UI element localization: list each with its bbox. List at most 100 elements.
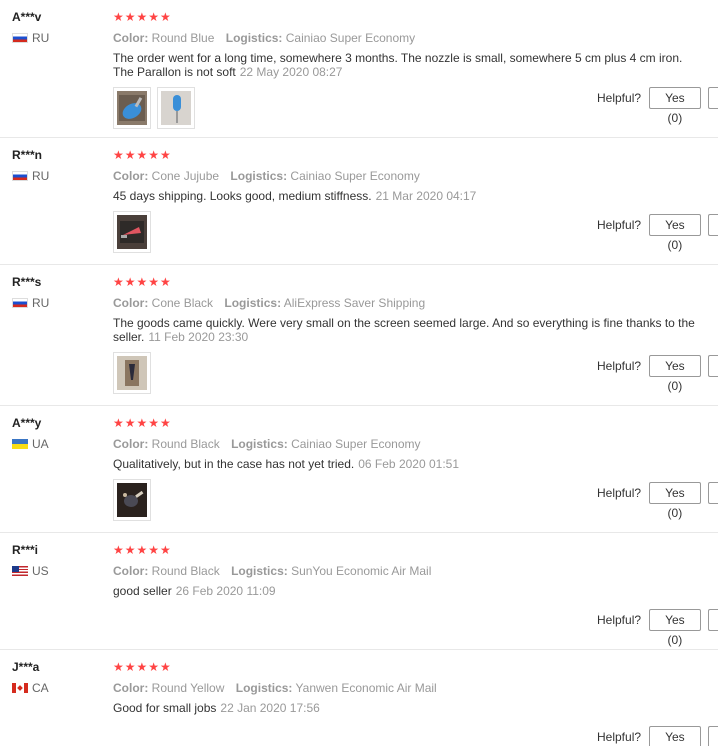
review-body: The order went for a long time, somewher…: [113, 51, 683, 79]
reviewer-info: R***i US: [12, 543, 102, 578]
logistics-label: Logistics:: [230, 169, 288, 183]
helpful-label: Helpful?: [597, 486, 642, 500]
country-code: US: [32, 564, 49, 578]
blue-drill-bit-photo: [161, 91, 191, 125]
reviewer-country: RU: [12, 31, 102, 45]
logistics-label: Logistics:: [224, 296, 282, 310]
helpful-yes-button[interactable]: Yes (0): [649, 355, 701, 393]
helpful-yes-button[interactable]: Yes (0): [649, 87, 701, 125]
review-item: J***a CA ★★★★★ Color: Round Yellow Logis…: [0, 650, 718, 746]
helpful-no-button[interactable]: [707, 726, 718, 746]
review-meta: Color: Round Blue Logistics: Cainiao Sup…: [113, 31, 718, 45]
helpful-label: Helpful?: [597, 218, 642, 232]
review-text: Qualitatively, but in the case has not y…: [113, 457, 703, 471]
reviewer-name: R***s: [12, 275, 42, 289]
helpful-no-button[interactable]: [707, 214, 718, 236]
reviewer-info: J***a CA: [12, 660, 102, 695]
color-label: Color:: [113, 296, 149, 310]
logistics-value: AliExpress Saver Shipping: [283, 296, 426, 310]
review-date: 26 Feb 2020 11:09: [175, 584, 276, 598]
helpful-bar: Helpful? Yes (0): [597, 87, 718, 125]
russia-flag-icon: [12, 298, 28, 308]
reviewer-country: UA: [12, 437, 102, 451]
color-value: Round Black: [151, 437, 220, 451]
helpful-yes-button[interactable]: Yes (0): [649, 482, 701, 520]
helpful-no-button[interactable]: [707, 355, 718, 377]
reviewer-country: RU: [12, 296, 102, 310]
red-cone-photo: [117, 215, 147, 249]
country-code: UA: [32, 437, 49, 451]
star-rating: ★★★★★: [113, 10, 172, 24]
color-value: Round Yellow: [151, 681, 225, 695]
country-code: RU: [32, 31, 50, 45]
review-item: R***n RU ★★★★★ Color: Cone Jujube Logist…: [0, 138, 718, 265]
review-item: R***s RU ★★★★★ Color: Cone Black Logisti…: [0, 265, 718, 406]
star-rating: ★★★★★: [113, 148, 172, 162]
country-code: RU: [32, 169, 50, 183]
helpful-yes-button[interactable]: Yes (0): [649, 726, 701, 746]
review-photo-thumbnail[interactable]: [113, 479, 151, 521]
review-body: good seller: [113, 584, 172, 598]
reviewer-info: A***v RU: [12, 10, 102, 45]
review-date: 21 Mar 2020 04:17: [375, 189, 477, 203]
review-text: The goods came quickly. Were very small …: [113, 316, 703, 344]
color-label: Color:: [113, 437, 149, 451]
country-code: CA: [32, 681, 49, 695]
review-meta: Color: Cone Jujube Logistics: Cainiao Su…: [113, 169, 718, 183]
reviewer-name: J***a: [12, 660, 40, 674]
helpful-yes-button[interactable]: Yes (0): [649, 214, 701, 252]
review-date: 22 Jan 2020 17:56: [220, 701, 320, 715]
reviewer-info: R***s RU: [12, 275, 102, 310]
logistics-label: Logistics:: [231, 564, 288, 578]
feedback-list: A***v RU ★★★★★ Color: Round Blue Logisti…: [0, 0, 718, 746]
star-rating: ★★★★★: [113, 416, 172, 430]
logistics-value: SunYou Economic Air Mail: [291, 564, 432, 578]
helpful-no-button[interactable]: [707, 482, 718, 504]
star-rating: ★★★★★: [113, 275, 172, 289]
review-photo-thumbnail[interactable]: [113, 352, 151, 394]
review-content: ★★★★★ Color: Round Blue Logistics: Caini…: [113, 0, 718, 129]
color-value: Round Blue: [151, 31, 215, 45]
review-photo-thumbnail[interactable]: [113, 87, 151, 129]
color-value: Cone Jujube: [151, 169, 220, 183]
review-photo-thumbnail[interactable]: [113, 211, 151, 253]
blue-nozzle-photo: [117, 91, 147, 125]
helpful-label: Helpful?: [597, 359, 642, 373]
helpful-bar: Helpful? Yes (0): [597, 482, 718, 520]
review-content: ★★★★★ Color: Round Yellow Logistics: Yan…: [113, 650, 718, 715]
review-body: Qualitatively, but in the case has not y…: [113, 457, 355, 471]
color-value: Cone Black: [151, 296, 214, 310]
helpful-no-button[interactable]: [707, 87, 718, 109]
review-body: Good for small jobs: [113, 701, 217, 715]
helpful-label: Helpful?: [597, 613, 642, 627]
black-round-photo: [117, 483, 147, 517]
helpful-label: Helpful?: [597, 730, 642, 744]
logistics-value: Yanwen Economic Air Mail: [295, 681, 437, 695]
russia-flag-icon: [12, 33, 28, 43]
review-photo-thumbnail[interactable]: [157, 87, 195, 129]
star-rating: ★★★★★: [113, 660, 172, 674]
color-label: Color:: [113, 169, 149, 183]
review-item: A***y UA ★★★★★ Color: Round Black Logist…: [0, 406, 718, 533]
black-cone-photo: [117, 356, 147, 390]
logistics-label: Logistics:: [231, 437, 288, 451]
usa-flag-icon: [12, 566, 28, 576]
helpful-yes-button[interactable]: Yes (0): [649, 609, 701, 647]
review-item: A***v RU ★★★★★ Color: Round Blue Logisti…: [0, 0, 718, 138]
reviewer-info: R***n RU: [12, 148, 102, 183]
review-date: 06 Feb 2020 01:51: [358, 457, 460, 471]
review-meta: Color: Round Yellow Logistics: Yanwen Ec…: [113, 681, 718, 695]
country-code: RU: [32, 296, 50, 310]
helpful-bar: Helpful? Yes (0): [597, 355, 718, 393]
reviewer-country: CA: [12, 681, 102, 695]
ukraine-flag-icon: [12, 439, 28, 449]
helpful-no-button[interactable]: [707, 609, 718, 631]
reviewer-name: A***y: [12, 416, 42, 430]
reviewer-info: A***y UA: [12, 416, 102, 451]
helpful-bar: Helpful? Yes (0): [597, 214, 718, 252]
canada-flag-icon: [12, 683, 28, 693]
logistics-value: Cainiao Super Economy: [291, 437, 421, 451]
color-label: Color:: [113, 564, 149, 578]
review-meta: Color: Cone Black Logistics: AliExpress …: [113, 296, 718, 310]
logistics-label: Logistics:: [235, 681, 293, 695]
